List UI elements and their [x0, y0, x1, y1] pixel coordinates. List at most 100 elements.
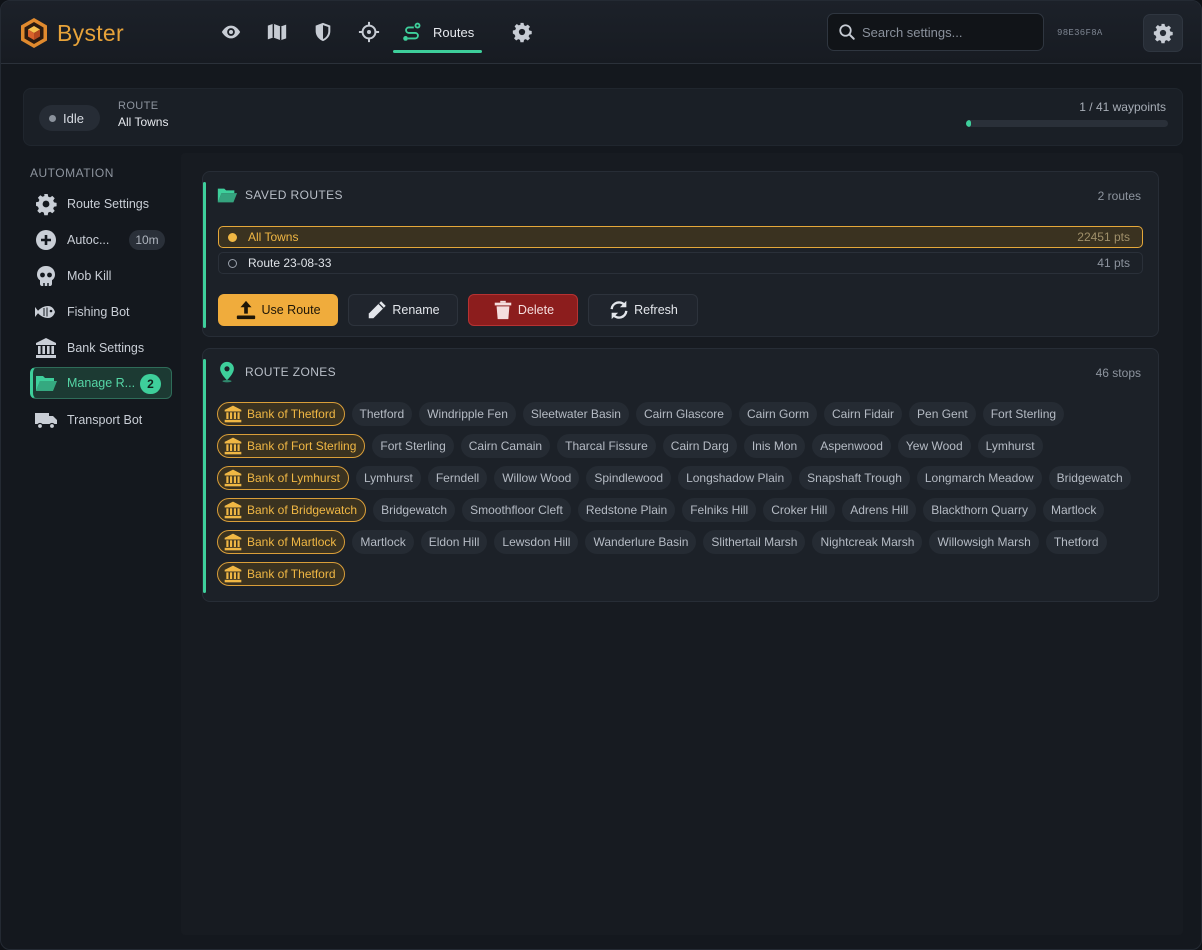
search-input[interactable] [862, 24, 1032, 40]
sidebar-item-bank-settings[interactable]: Bank Settings [30, 332, 172, 364]
zone-chip: Spindlewood [586, 466, 672, 490]
zone-chip-label: Blackthorn Quarry [931, 503, 1028, 517]
refresh-icon [610, 300, 628, 320]
status-bar: Idle ROUTE All Towns 1 / 41 waypoints [23, 88, 1183, 146]
zone-chip: Inis Mon [743, 434, 806, 458]
sidebar-item-fishing-bot[interactable]: Fishing Bot [30, 296, 172, 328]
zone-chip-label: Fort Sterling [380, 439, 446, 453]
sidebar-item-autocast[interactable]: Autoc... 10m [30, 224, 172, 256]
zone-chip-label: Willowsigh Marsh [937, 535, 1031, 549]
sidebar-item-mob-kill[interactable]: Mob Kill [30, 260, 172, 292]
zone-chip: Willowsigh Marsh [929, 530, 1039, 554]
zone-chip-label: Redstone Plain [585, 503, 668, 517]
zone-chip-label: Nightcreak Marsh [820, 535, 915, 549]
zone-chip-label: Bridgewatch [381, 503, 448, 517]
zone-chip-label: Aspenwood [820, 439, 883, 453]
zone-chip: Eldon Hill [420, 530, 488, 554]
zone-chip: Yew Wood [897, 434, 971, 458]
zone-chip: Martlock [352, 530, 414, 554]
zone-chip-bank: Bank of Fort Sterling [217, 434, 366, 458]
zone-chip: Willow Wood [494, 466, 580, 490]
sidebar-item-label: Fishing Bot [67, 305, 130, 319]
upload-icon [237, 300, 256, 320]
zone-chip: Lymhurst [355, 466, 421, 490]
refresh-label: Refresh [634, 303, 678, 317]
nav-crosshair-button[interactable] [347, 11, 391, 53]
sidebar-item-manage-routes[interactable]: Manage R... 2 [30, 367, 172, 399]
nav-shield-button[interactable] [301, 11, 345, 53]
zone-chip: Lymhurst [977, 434, 1043, 458]
zone-chip-label: Cairn Darg [670, 439, 729, 453]
sidebar-item-label: Manage R... [67, 376, 136, 390]
zone-chip-label: Smoothfloor Cleft [470, 503, 563, 517]
current-route-name: All Towns [118, 115, 169, 129]
main-nav: Routes [209, 11, 546, 53]
sidebar-item-transport-bot[interactable]: Transport Bot [30, 404, 172, 436]
route-row-name: Route 23-08-33 [248, 256, 332, 270]
zone-chip-label: Bank of Thetford [247, 567, 336, 581]
zone-chip-label: Lymhurst [985, 439, 1035, 453]
byster-logo-icon [21, 18, 47, 48]
zone-chip-label: Snapshaft Trough [807, 471, 902, 485]
zone-chip-label: Pen Gent [917, 407, 968, 421]
zone-chip: Snapshaft Trough [799, 466, 910, 490]
bank-icon [224, 469, 242, 487]
zone-chip: Fort Sterling [372, 434, 454, 458]
zone-chip-bank: Bank of Thetford [217, 562, 345, 586]
search-icon [839, 24, 855, 40]
zone-chip-label: Fort Sterling [990, 407, 1057, 421]
sidebar: AUTOMATION Route Settings Autoc... 10m M… [23, 153, 179, 943]
sidebar-item-label: Route Settings [67, 197, 149, 211]
route-zones-title: ROUTE ZONES [245, 365, 337, 379]
zone-chip: Sleetwater Basin [522, 402, 629, 426]
zone-chip-label: Cairn Glascore [643, 407, 724, 421]
saved-routes-count: 2 routes [1097, 189, 1141, 203]
refresh-button[interactable]: Refresh [588, 294, 698, 326]
settings-search [827, 13, 1044, 51]
zone-chip-label: Cairn Gorm [746, 407, 809, 421]
route-row-route-23-08-33[interactable]: Route 23-08-33 41 pts [218, 252, 1143, 274]
shield-icon [315, 22, 331, 42]
zone-chip: Bridgewatch [373, 498, 456, 522]
zone-chip-label: Bridgewatch [1056, 471, 1123, 485]
sidebar-item-label: Mob Kill [67, 269, 112, 283]
use-route-button[interactable]: Use Route [218, 294, 338, 326]
gear-icon [36, 194, 57, 216]
rename-button[interactable]: Rename [348, 294, 458, 326]
app-settings-button[interactable] [1143, 14, 1183, 52]
route-zones-card: ROUTE ZONES 46 stops Bank of Thetford The… [202, 348, 1159, 602]
nav-eye-button[interactable] [209, 11, 253, 53]
bank-icon [224, 437, 242, 455]
routes-count-badge: 2 [140, 374, 161, 394]
bank-icon [224, 405, 242, 423]
zone-chip: Lewsdon Hill [494, 530, 579, 554]
route-row-all-towns[interactable]: All Towns 22451 pts [218, 226, 1143, 248]
zone-chip-label: Thetford [359, 407, 405, 421]
crosshair-icon [358, 21, 380, 43]
route-row-name: All Towns [248, 230, 299, 244]
zone-chip-label: Bank of Fort Sterling [247, 439, 357, 453]
zone-chip-label: Martlock [1050, 503, 1097, 517]
waypoint-progress-bar [966, 120, 1168, 127]
sidebar-heading: AUTOMATION [30, 166, 114, 180]
route-kicker: ROUTE [118, 100, 159, 112]
nav-map-button[interactable] [255, 11, 299, 53]
sidebar-item-route-settings[interactable]: Route Settings [30, 188, 172, 220]
zone-chip-label: Bank of Thetford [247, 407, 336, 421]
use-route-label: Use Route [261, 303, 321, 317]
zone-chip: Nightcreak Marsh [812, 530, 923, 554]
zone-chip: Pen Gent [909, 402, 976, 426]
bot-state-badge: Idle [39, 105, 100, 131]
nav-settings-button[interactable] [500, 11, 544, 53]
truck-icon [35, 413, 57, 430]
delete-button[interactable]: Delete [468, 294, 578, 326]
zone-chip: Felniks Hill [682, 498, 757, 522]
zone-chip: Cairn Darg [662, 434, 737, 458]
radio-dot [228, 258, 237, 268]
nav-routes-tab[interactable]: Routes [393, 11, 483, 53]
saved-routes-card: SAVED ROUTES 2 routes All Towns 22451 pt… [202, 171, 1159, 337]
zone-chip-label: Bank of Bridgewatch [247, 503, 358, 517]
bot-state-label: Idle [63, 110, 84, 126]
zone-chip-label: Lewsdon Hill [502, 535, 571, 549]
hwid-label: 98E36F8A [1057, 28, 1103, 38]
